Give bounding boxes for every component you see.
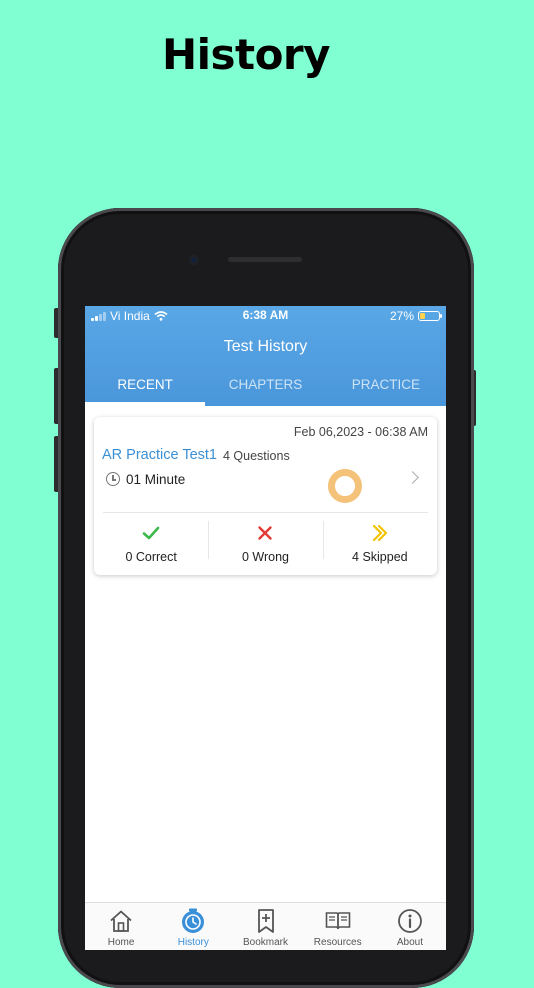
check-icon: [142, 526, 160, 540]
wrong-count: 0 Wrong: [241, 550, 289, 564]
nav-about[interactable]: About: [374, 903, 446, 950]
info-icon: [398, 909, 422, 933]
nav-resources[interactable]: Resources: [302, 903, 374, 950]
battery-fill: [420, 313, 425, 319]
test-title: AR Practice Test1: [102, 447, 217, 463]
nav-about-label: About: [396, 937, 423, 948]
stat-skipped: 4 Skipped: [322, 513, 437, 573]
tab-chapters[interactable]: CHAPTERS: [205, 368, 325, 406]
stat-correct: 0 Correct: [94, 513, 208, 573]
tab-bar: RECENT CHAPTERS PRACTICE: [85, 368, 446, 406]
double-chevron-icon: [372, 524, 387, 542]
status-right: 27%: [389, 309, 442, 323]
earpiece-speaker: [228, 257, 302, 262]
stat-wrong: 0 Wrong: [208, 513, 322, 573]
screen-title: Test History: [223, 338, 308, 355]
battery-percent: 27%: [389, 309, 414, 323]
nav-resources-label: Resources: [313, 937, 362, 948]
test-date: Feb 06,2023 - 06:38 AM: [293, 425, 428, 439]
tab-recent[interactable]: RECENT: [85, 368, 206, 406]
bottom-nav: Home History Bookmark Resources About: [85, 902, 446, 950]
tab-practice[interactable]: PRACTICE: [326, 368, 446, 406]
bookmark-icon: [257, 909, 274, 933]
history-card[interactable]: Feb 06,2023 - 06:38 AM AR Practice Test1…: [94, 417, 437, 575]
page-heading: History: [161, 30, 331, 79]
question-count: 4 Questions: [223, 449, 290, 463]
book-icon: [325, 912, 351, 930]
result-stats: 0 Correct 0 Wrong 4 Skipped: [94, 513, 437, 573]
app-header: Vi India 6:38 AM 27% Test History RECENT…: [85, 306, 446, 406]
nav-history[interactable]: History: [157, 903, 229, 950]
cross-icon: [258, 526, 273, 540]
clock-icon: [106, 472, 120, 486]
nav-bookmark-label: Bookmark: [243, 937, 289, 948]
nav-history-label: History: [177, 937, 209, 948]
status-bar: Vi India 6:38 AM 27%: [85, 306, 446, 326]
chevron-right-icon[interactable]: [406, 471, 419, 484]
home-icon: [110, 910, 132, 932]
score-ring: [328, 469, 362, 503]
history-icon: [182, 908, 205, 933]
front-camera: [189, 255, 199, 265]
nav-bookmark[interactable]: Bookmark: [229, 903, 301, 950]
correct-count: 0 Correct: [125, 550, 177, 564]
battery-icon: [418, 311, 442, 321]
nav-home-label: Home: [107, 937, 135, 948]
skipped-count: 4 Skipped: [352, 550, 408, 564]
nav-home[interactable]: Home: [85, 903, 157, 950]
phone-screen: Vi India 6:38 AM 27% Test History RECENT…: [85, 306, 446, 950]
test-duration: 01 Minute: [126, 472, 186, 487]
